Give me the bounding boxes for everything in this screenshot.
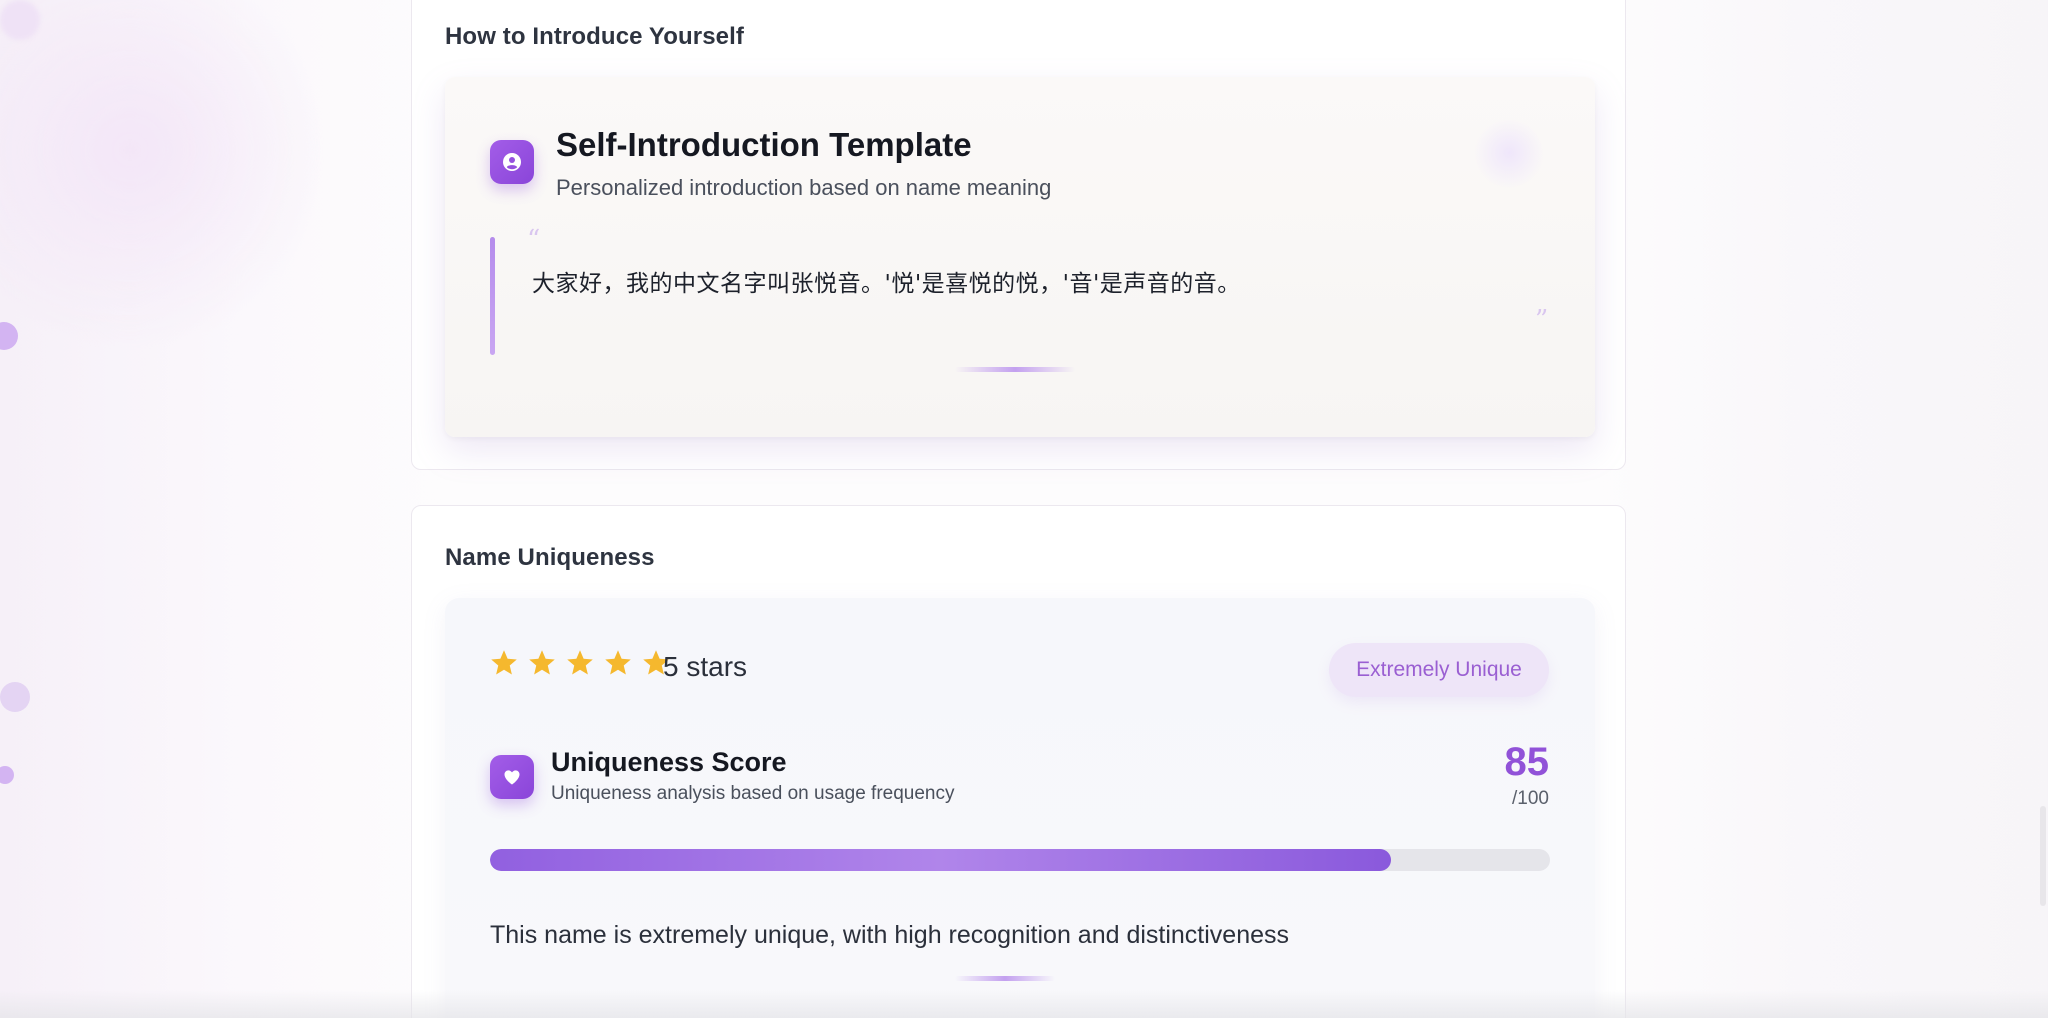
decorative-glow	[1473, 117, 1545, 189]
user-circle-icon	[490, 140, 534, 184]
decorative-dot	[0, 322, 18, 350]
uniqueness-card: 5 stars Extremely Unique Uniqueness Scor…	[445, 598, 1595, 1018]
decorative-dot	[0, 682, 30, 712]
uniqueness-badge: Extremely Unique	[1329, 643, 1549, 697]
decorative-dot	[0, 766, 14, 784]
close-quote-mark: ”	[1535, 305, 1549, 335]
bottom-fade	[0, 990, 2048, 1018]
open-quote-mark: “	[527, 225, 541, 255]
star-icon	[529, 650, 555, 675]
self-introduction-card: Self-Introduction Template Personalized …	[445, 77, 1595, 437]
star-icon	[491, 650, 517, 675]
progress-fill	[490, 849, 1391, 871]
star-icon	[605, 650, 631, 675]
uniqueness-section: Name Uniqueness 5 stars Extremely Unique…	[411, 505, 1626, 1018]
star-rating	[489, 648, 671, 678]
uniqueness-progress-bar	[490, 849, 1550, 871]
decorative-divider	[955, 367, 1075, 372]
card-subtitle: Personalized introduction based on name …	[556, 175, 1052, 200]
decorative-divider	[955, 976, 1055, 981]
heart-icon	[490, 755, 534, 799]
introduction-quote: 大家好，我的中文名字叫张悦音。'悦'是喜悦的悦，'音'是声音的音。	[532, 271, 1241, 297]
score-max: /100	[1512, 788, 1549, 809]
star-rating-label: 5 stars	[663, 651, 748, 682]
uniqueness-description: This name is extremely unique, with high…	[490, 921, 1290, 949]
score-value: 85	[1504, 740, 1550, 784]
quote-accent-bar	[490, 237, 495, 355]
score-heading: Uniqueness Score	[551, 747, 787, 777]
scrollbar-thumb[interactable]	[2040, 806, 2046, 906]
score-subtitle: Uniqueness analysis based on usage frequ…	[551, 783, 955, 804]
star-icon	[567, 650, 593, 675]
introduction-section: How to Introduce Yourself Self-Introduct…	[411, 0, 1626, 470]
section-title: Name Uniqueness	[445, 544, 655, 571]
card-heading: Self-Introduction Template	[556, 126, 972, 163]
background-glow	[0, 0, 40, 40]
background-glow	[0, 0, 320, 360]
section-title: How to Introduce Yourself	[445, 23, 744, 50]
